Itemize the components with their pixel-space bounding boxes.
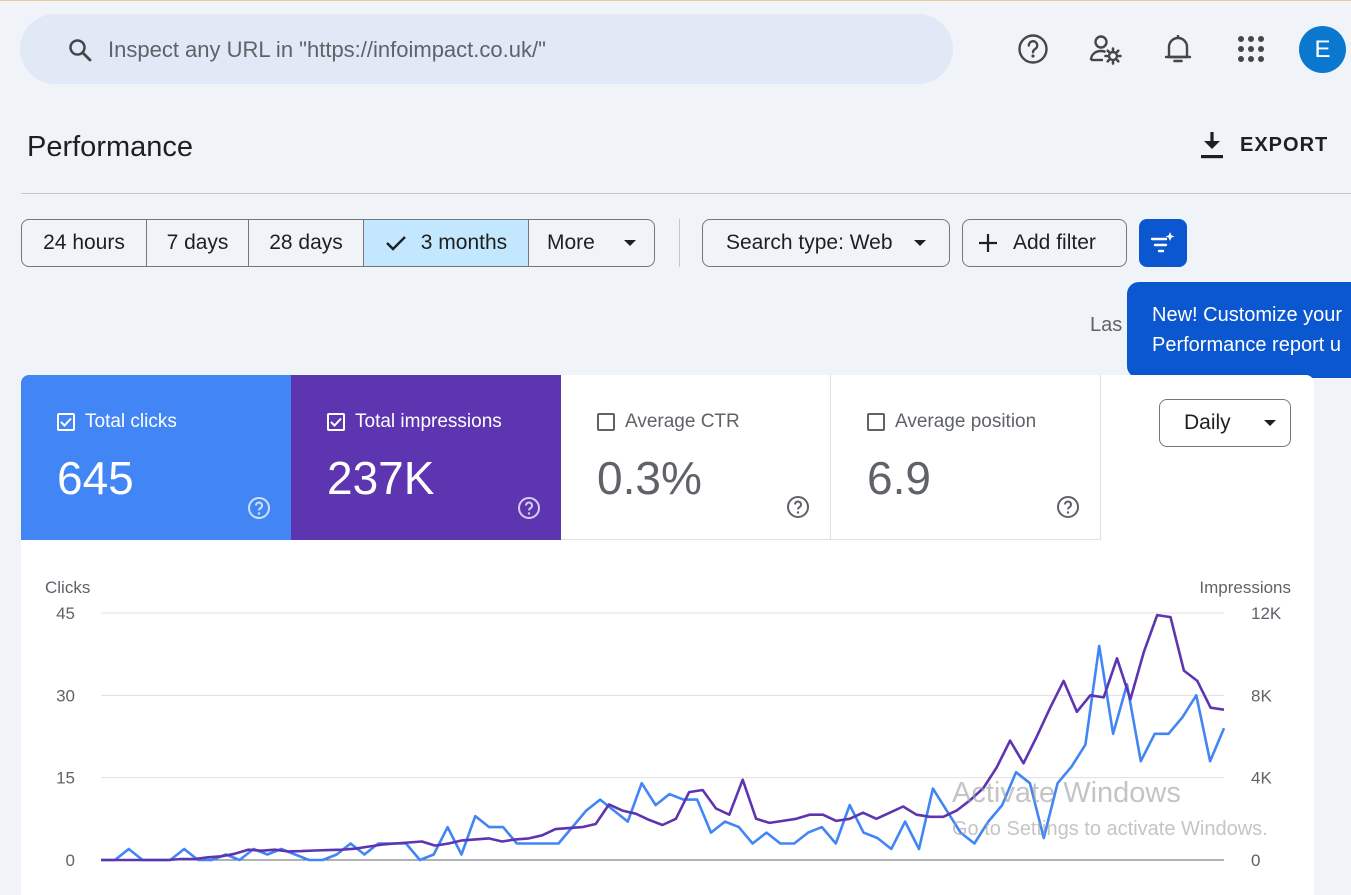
range-28-days[interactable]: 28 days bbox=[249, 220, 364, 266]
tooltip-line-1: New! Customize your bbox=[1152, 304, 1343, 326]
tooltip-line-2: Performance report u bbox=[1152, 334, 1341, 356]
dropdown-arrow-icon bbox=[1263, 420, 1276, 426]
right-tick-label: 0 bbox=[1251, 851, 1260, 870]
granularity-label: Daily bbox=[1184, 411, 1231, 434]
metric-average-position[interactable]: Average position 6.9 bbox=[831, 375, 1101, 540]
add-filter-label: Add filter bbox=[1013, 231, 1096, 254]
metric-label: Average position bbox=[895, 411, 1037, 432]
activate-windows-watermark: Activate Windows bbox=[952, 777, 1181, 809]
customize-report-tooltip[interactable]: New! Customize your Performance report u bbox=[1127, 282, 1351, 378]
checkbox-unchecked-icon[interactable] bbox=[867, 413, 885, 431]
left-axis-title: Clicks bbox=[45, 578, 90, 597]
checkbox-unchecked-icon[interactable] bbox=[597, 413, 615, 431]
dropdown-arrow-icon bbox=[623, 240, 636, 246]
right-tick-label: 8K bbox=[1251, 686, 1272, 705]
range-3-months[interactable]: 3 months bbox=[364, 220, 529, 266]
range-label: More bbox=[547, 231, 595, 254]
left-tick-label: 30 bbox=[56, 686, 75, 705]
check-icon bbox=[385, 236, 406, 251]
search-type-label: Search type: Web bbox=[726, 231, 893, 254]
help-icon[interactable] bbox=[517, 496, 541, 520]
metric-total-clicks[interactable]: Total clicks 645 bbox=[21, 375, 291, 540]
activate-windows-hint: Go to Settings to activate Windows. bbox=[952, 818, 1268, 840]
checkbox-checked-icon[interactable] bbox=[327, 413, 345, 431]
checkbox-checked-icon[interactable] bbox=[57, 413, 75, 431]
left-tick-label: 45 bbox=[56, 604, 75, 623]
left-tick-label: 15 bbox=[56, 769, 75, 788]
date-range-selector: 24 hours 7 days 28 days 3 months More bbox=[21, 219, 655, 267]
window-top-border bbox=[0, 0, 1351, 1]
download-icon bbox=[1201, 132, 1223, 159]
right-tick-label: 4K bbox=[1251, 769, 1272, 788]
page-title: Performance bbox=[27, 131, 194, 163]
filter-sparkle-icon bbox=[1150, 232, 1175, 253]
performance-card: Total clicks 645 Total impressions 237K … bbox=[21, 375, 1314, 895]
account-avatar[interactable]: E bbox=[1299, 26, 1346, 73]
notifications-icon[interactable] bbox=[1161, 32, 1195, 66]
help-icon[interactable] bbox=[786, 495, 810, 519]
add-filter-button[interactable]: Add filter bbox=[962, 219, 1127, 267]
export-label: EXPORT bbox=[1240, 133, 1329, 156]
range-more-dropdown[interactable]: More bbox=[529, 220, 654, 266]
range-label: 3 months bbox=[420, 231, 508, 254]
help-icon[interactable] bbox=[247, 496, 271, 520]
metric-label: Total impressions bbox=[355, 411, 502, 432]
help-icon[interactable] bbox=[1056, 495, 1080, 519]
plus-icon bbox=[979, 234, 997, 252]
metric-label: Average CTR bbox=[625, 411, 740, 432]
tooltip-pointer bbox=[1152, 282, 1170, 283]
range-24-hours[interactable]: 24 hours bbox=[22, 220, 147, 266]
header-divider bbox=[21, 193, 1351, 194]
search-type-dropdown[interactable]: Search type: Web bbox=[702, 219, 950, 267]
range-7-days[interactable]: 7 days bbox=[147, 220, 249, 266]
help-icon[interactable] bbox=[1016, 32, 1050, 66]
toolbar-separator bbox=[679, 219, 680, 267]
search-icon bbox=[69, 39, 92, 62]
apps-icon[interactable] bbox=[1234, 32, 1268, 66]
range-label: 7 days bbox=[166, 231, 229, 254]
left-tick-label: 0 bbox=[66, 851, 75, 870]
range-label: 28 days bbox=[269, 231, 343, 254]
right-tick-label: 12K bbox=[1251, 604, 1282, 623]
url-inspection-input[interactable] bbox=[106, 32, 910, 68]
admin-settings-icon[interactable] bbox=[1088, 32, 1122, 66]
metric-label: Total clicks bbox=[85, 411, 177, 432]
export-button[interactable]: EXPORT bbox=[1198, 130, 1328, 160]
performance-chart: Clicks Impressions 45 12K 30 8K 15 4K 0 0 bbox=[45, 578, 1291, 870]
customize-report-button[interactable] bbox=[1139, 219, 1187, 267]
dropdown-arrow-icon bbox=[913, 240, 926, 246]
url-inspection-search-bar[interactable] bbox=[20, 14, 953, 84]
range-label: 24 hours bbox=[43, 231, 125, 254]
metric-total-impressions[interactable]: Total impressions 237K bbox=[291, 375, 561, 540]
last-updated-text: Las bbox=[1090, 314, 1123, 336]
right-axis-title: Impressions bbox=[1199, 578, 1291, 597]
granularity-dropdown[interactable]: Daily bbox=[1159, 399, 1291, 447]
metric-average-ctr[interactable]: Average CTR 0.3% bbox=[561, 375, 831, 540]
